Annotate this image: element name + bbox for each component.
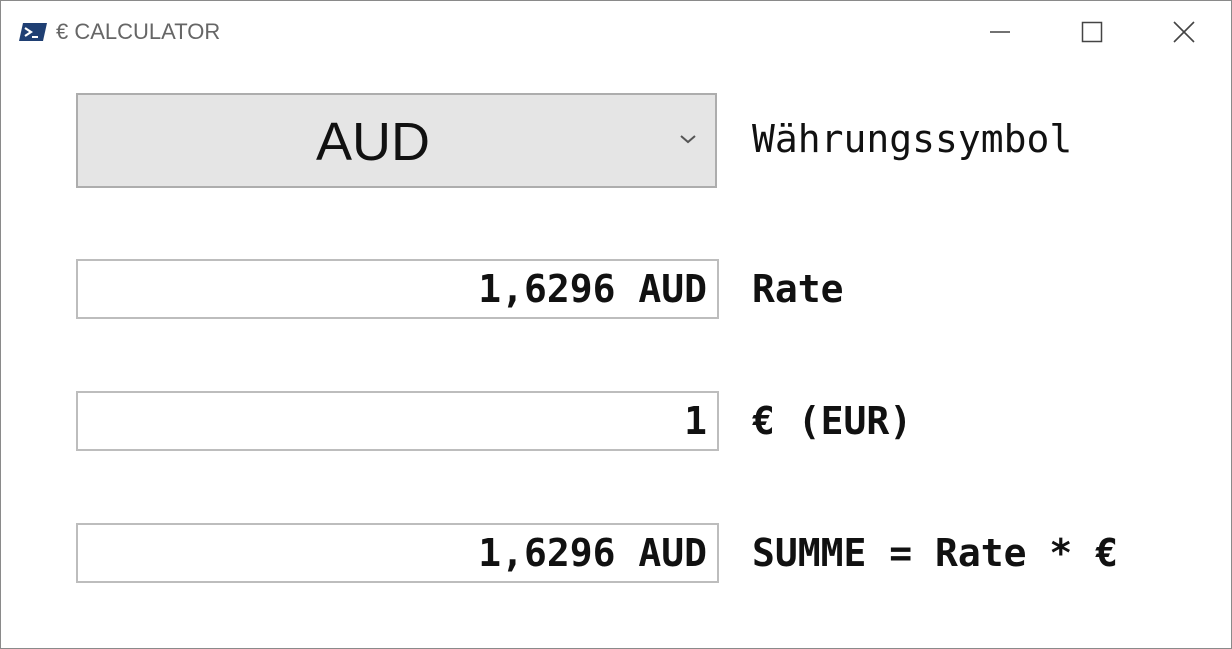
close-icon bbox=[1173, 21, 1195, 43]
sum-label: SUMME = Rate * € bbox=[752, 531, 1119, 575]
maximize-icon bbox=[1081, 21, 1103, 43]
euro-label: € (EUR) bbox=[752, 399, 913, 443]
euro-amount-field[interactable]: 1 bbox=[76, 391, 719, 451]
close-button[interactable] bbox=[1161, 15, 1207, 49]
window-title: € CALCULATOR bbox=[56, 19, 221, 44]
maximize-button[interactable] bbox=[1069, 15, 1115, 49]
minimize-icon bbox=[990, 31, 1010, 33]
currency-dropdown[interactable]: AUD bbox=[76, 93, 717, 188]
chevron-down-icon bbox=[680, 135, 696, 144]
currency-dropdown-value: AUD bbox=[315, 111, 430, 172]
rate-field[interactable]: 1,6296 AUD bbox=[76, 259, 719, 319]
title-bar[interactable]: € CALCULATOR bbox=[1, 1, 1231, 63]
calculator-window: € CALCULATOR AUD Währungssymbol 1,6296 A… bbox=[0, 0, 1232, 649]
minimize-button[interactable] bbox=[977, 15, 1023, 49]
sum-field[interactable]: 1,6296 AUD bbox=[76, 523, 719, 583]
powershell-icon bbox=[19, 23, 47, 41]
rate-label: Rate bbox=[752, 267, 844, 311]
currency-symbol-label: Währungssymbol bbox=[752, 117, 1073, 161]
